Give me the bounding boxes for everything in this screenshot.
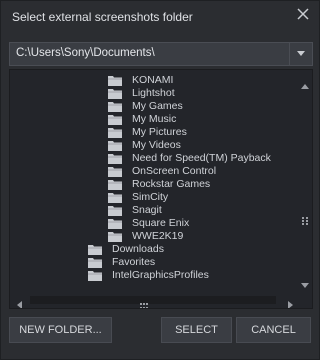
- folder-icon: [88, 270, 102, 281]
- scroll-grip-icon[interactable]: [302, 212, 308, 225]
- horizontal-scrollbar[interactable]: [10, 292, 300, 308]
- path-dropdown[interactable]: C:\Users\Sony\Documents\: [9, 42, 313, 66]
- folder-label: IntelGraphicsProfiles: [112, 269, 209, 281]
- scroll-left-icon[interactable]: [16, 296, 24, 308]
- scroll-down-icon[interactable]: [301, 276, 309, 288]
- folder-label: My Music: [132, 113, 177, 125]
- folder-label: WWE2K19: [132, 230, 184, 242]
- folder-label: Square Enix: [132, 217, 190, 229]
- folder-label: My Games: [132, 100, 183, 112]
- chevron-down-icon[interactable]: [289, 43, 312, 65]
- folder-icon: [108, 153, 122, 164]
- vertical-scrollbar[interactable]: [298, 70, 312, 292]
- close-icon[interactable]: [296, 7, 310, 21]
- path-value: C:\Users\Sony\Documents\: [16, 47, 155, 59]
- select-folder-dialog: Select external screenshots folder C:\Us…: [0, 0, 320, 360]
- folder-icon: [88, 244, 102, 255]
- folder-icon: [108, 218, 122, 229]
- folder-label: Rockstar Games: [132, 178, 211, 190]
- scroll-grip-icon[interactable]: [140, 296, 148, 308]
- folder-label: My Pictures: [132, 126, 187, 138]
- folder-tree[interactable]: KONAMI Lightshot My Games My Music My Pictur…: [9, 69, 313, 309]
- folder-icon: [108, 231, 122, 242]
- cancel-button[interactable]: CANCEL: [236, 317, 311, 343]
- folder-label: My Videos: [132, 139, 181, 151]
- folder-icon: [108, 127, 122, 138]
- folder-label: Lightshot: [132, 87, 175, 99]
- scroll-right-icon[interactable]: [286, 296, 294, 308]
- folder-label: Favorites: [112, 256, 156, 268]
- folder-label: SimCity: [132, 191, 169, 203]
- dialog-title: Select external screenshots folder: [12, 10, 193, 24]
- select-button[interactable]: SELECT: [161, 317, 232, 343]
- scroll-up-icon[interactable]: [301, 78, 309, 89]
- folder-icon: [108, 101, 122, 112]
- folder-label: Snagit: [132, 204, 162, 216]
- folder-label: OnScreen Control: [132, 165, 217, 177]
- new-folder-button[interactable]: NEW FOLDER...: [9, 317, 112, 343]
- folder-label: KONAMI: [132, 74, 174, 86]
- folder-icon: [108, 192, 122, 203]
- folder-icon: [108, 179, 122, 190]
- folder-label: Need for Speed(TM) Payback: [132, 152, 271, 164]
- folder-icon: [108, 75, 122, 86]
- folder-label: Downloads: [112, 243, 164, 255]
- folder-icon: [108, 88, 122, 99]
- folder-icon: [108, 114, 122, 125]
- folder-icon: [108, 140, 122, 151]
- folder-icon: [88, 257, 102, 268]
- folder-icon: [108, 166, 122, 177]
- horizontal-scroll-thumb[interactable]: [30, 296, 276, 304]
- folder-icon: [108, 205, 122, 216]
